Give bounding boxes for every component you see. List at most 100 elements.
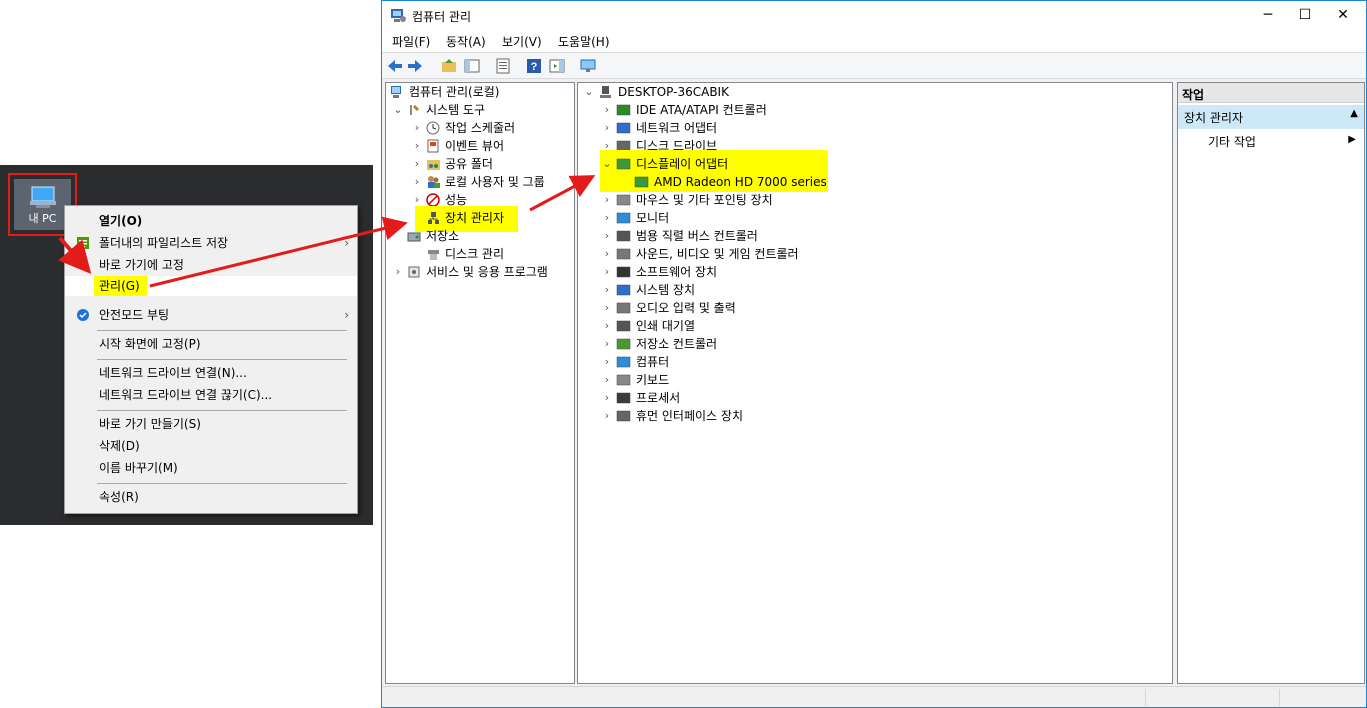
device-category[interactable]: ⌄ 디스플레이 어댑터	[578, 150, 1172, 192]
menu-delete[interactable]: 삭제(D)	[65, 436, 357, 456]
tree-item-shared-folders[interactable]: › 공유 폴더	[386, 155, 574, 173]
menu-map-network-drive[interactable]: 네트워크 드라이브 연결(N)...	[65, 363, 357, 383]
device-category[interactable]: › 휴먼 인터페이스 장치	[578, 407, 1172, 425]
chevron-right-icon[interactable]: ›	[602, 101, 612, 119]
computer-management-window: 컴퓨터 관리 ─ ☐ ✕ 파일(F) 동작(A) 보기(V) 도움말(H) ? …	[381, 0, 1367, 708]
device-category[interactable]: › 마우스 및 기타 포인팅 장치	[578, 191, 1172, 209]
chevron-down-icon[interactable]: ⌄	[602, 155, 612, 173]
chevron-right-icon[interactable]: ›	[412, 173, 422, 191]
device-category[interactable]: › 키보드	[578, 371, 1172, 389]
device-category[interactable]: › 시스템 장치	[578, 281, 1172, 299]
device-category[interactable]: › 모니터	[578, 209, 1172, 227]
menu-properties[interactable]: 속성(R)	[65, 487, 357, 507]
properties-icon[interactable]	[494, 57, 512, 75]
device-category[interactable]: › 컴퓨터	[578, 353, 1172, 371]
chevron-right-icon[interactable]: ›	[412, 119, 422, 137]
device-category[interactable]: › 네트워크 어댑터	[578, 119, 1172, 137]
menu-create-shortcut[interactable]: 바로 가기 만들기(S)	[65, 414, 357, 434]
device-category[interactable]: › 오디오 입력 및 출력	[578, 299, 1172, 317]
computer-name: DESKTOP-36CABIK	[618, 85, 729, 99]
tree-item-system-tools[interactable]: ⌄ 시스템 도구	[386, 101, 574, 119]
processor-icon	[616, 392, 631, 404]
chevron-right-icon[interactable]: ›	[602, 227, 612, 245]
tree-item-storage[interactable]: 저장소	[386, 227, 574, 245]
close-button[interactable]: ✕	[1323, 1, 1363, 30]
chevron-right-icon[interactable]: ›	[602, 407, 612, 425]
collapse-up-icon[interactable]: ▲	[1350, 108, 1358, 119]
chevron-right-icon[interactable]: ›	[602, 209, 612, 227]
back-arrow-icon[interactable]	[386, 57, 404, 75]
menu-save-file-list-label: 폴더내의 파일리스트 저장	[99, 236, 229, 250]
device-category[interactable]: › 범용 직렬 버스 컨트롤러	[578, 227, 1172, 245]
tree-item-task-scheduler[interactable]: › 작업 스케줄러	[386, 119, 574, 137]
menu-manage[interactable]: 관리(G)	[65, 276, 357, 296]
submenu-arrow-icon[interactable]: ▶	[1348, 134, 1356, 145]
chevron-right-icon[interactable]: ›	[412, 137, 422, 155]
chevron-right-icon[interactable]: ›	[393, 263, 403, 281]
menu-delete-label: 삭제(D)	[99, 439, 140, 453]
chevron-right-icon[interactable]: ›	[602, 245, 612, 263]
device-category[interactable]: › IDE ATA/ATAPI 컨트롤러	[578, 101, 1172, 119]
menu-open-label: 열기(O)	[99, 214, 143, 228]
up-folder-icon[interactable]	[440, 57, 458, 75]
chevron-right-icon[interactable]: ›	[602, 281, 612, 299]
minimize-button[interactable]: ─	[1248, 1, 1288, 30]
device-category[interactable]: › 인쇄 대기열	[578, 317, 1172, 335]
chevron-right-icon[interactable]: ›	[602, 389, 612, 407]
menu-open[interactable]: 열기(O)	[65, 211, 357, 231]
chevron-right-icon[interactable]: ›	[602, 191, 612, 209]
tree-item-label: 서비스 및 응용 프로그램	[426, 265, 548, 279]
tree-item-device-manager[interactable]: 장치 관리자	[386, 206, 574, 232]
status-divider	[1279, 689, 1280, 706]
actions-header: 작업	[1178, 83, 1364, 103]
device-item[interactable]: AMD Radeon HD 7000 series	[578, 173, 1172, 191]
device-label: IDE ATA/ATAPI 컨트롤러	[636, 103, 767, 117]
menu-save-file-list[interactable]: 폴더내의 파일리스트 저장 ›	[65, 233, 357, 253]
actions-section-device-manager[interactable]: 장치 관리자 ▲	[1178, 105, 1364, 129]
chevron-right-icon[interactable]: ›	[412, 155, 422, 173]
tree-item-disk-management[interactable]: 디스크 관리	[386, 245, 574, 263]
action-other-tasks[interactable]: 기타 작업	[1208, 133, 1256, 150]
chevron-right-icon[interactable]: ›	[602, 119, 612, 137]
chevron-down-icon[interactable]: ⌄	[584, 83, 594, 101]
chevron-down-icon[interactable]: ⌄	[393, 101, 403, 119]
tree-item-local-users[interactable]: › 로컬 사용자 및 그룹	[386, 173, 574, 191]
tree-item-label: 작업 스케줄러	[445, 121, 516, 135]
show-hide-console-icon[interactable]	[463, 57, 481, 75]
maximize-button[interactable]: ☐	[1285, 1, 1325, 30]
show-action-pane-icon[interactable]	[548, 57, 566, 75]
monitor-icon[interactable]	[579, 57, 597, 75]
forward-arrow-icon[interactable]	[406, 57, 424, 75]
menu-file[interactable]: 파일(F)	[392, 33, 430, 50]
tree-item-event-viewer[interactable]: › 이벤트 뷰어	[386, 137, 574, 155]
menu-pin-start[interactable]: 시작 화면에 고정(P)	[65, 334, 357, 354]
menu-disconnect-network-drive[interactable]: 네트워크 드라이브 연결 끊기(C)...	[65, 385, 357, 405]
chevron-right-icon[interactable]: ›	[602, 371, 612, 389]
my-pc-label: 내 PC	[28, 212, 57, 225]
menu-rename[interactable]: 이름 바꾸기(M)	[65, 458, 357, 478]
monitor-icon	[616, 212, 631, 224]
device-category[interactable]: › 소프트웨어 장치	[578, 263, 1172, 281]
chevron-right-icon[interactable]: ›	[602, 263, 612, 281]
device-tree-root[interactable]: ⌄ DESKTOP-36CABIK	[578, 83, 1172, 101]
help-icon[interactable]: ?	[525, 57, 543, 75]
menu-safe-mode-boot[interactable]: 안전모드 부팅 ›	[65, 305, 357, 325]
chevron-right-icon[interactable]: ›	[602, 335, 612, 353]
device-category[interactable]: › 프로세서	[578, 389, 1172, 407]
device-category[interactable]: › 저장소 컨트롤러	[578, 335, 1172, 353]
device-category[interactable]: › 사운드, 비디오 및 게임 컨트롤러	[578, 245, 1172, 263]
tree-root[interactable]: 컴퓨터 관리(로컬)	[388, 83, 574, 101]
menu-action[interactable]: 동작(A)	[446, 33, 486, 50]
tree-item-services-applications[interactable]: › 서비스 및 응용 프로그램	[386, 263, 574, 281]
menu-pin-quick-access[interactable]: 바로 가기에 고정	[65, 255, 357, 275]
menu-view[interactable]: 보기(V)	[502, 33, 542, 50]
chevron-right-icon[interactable]: ›	[602, 317, 612, 335]
menu-separator	[97, 483, 347, 484]
computer-management-icon	[391, 86, 401, 98]
status-divider	[1145, 689, 1146, 706]
chevron-right-icon[interactable]: ›	[602, 299, 612, 317]
tree-item-label: 공유 폴더	[445, 157, 493, 171]
title-bar[interactable]: 컴퓨터 관리 ─ ☐ ✕	[382, 1, 1366, 30]
menu-help[interactable]: 도움말(H)	[558, 33, 610, 50]
chevron-right-icon[interactable]: ›	[602, 353, 612, 371]
